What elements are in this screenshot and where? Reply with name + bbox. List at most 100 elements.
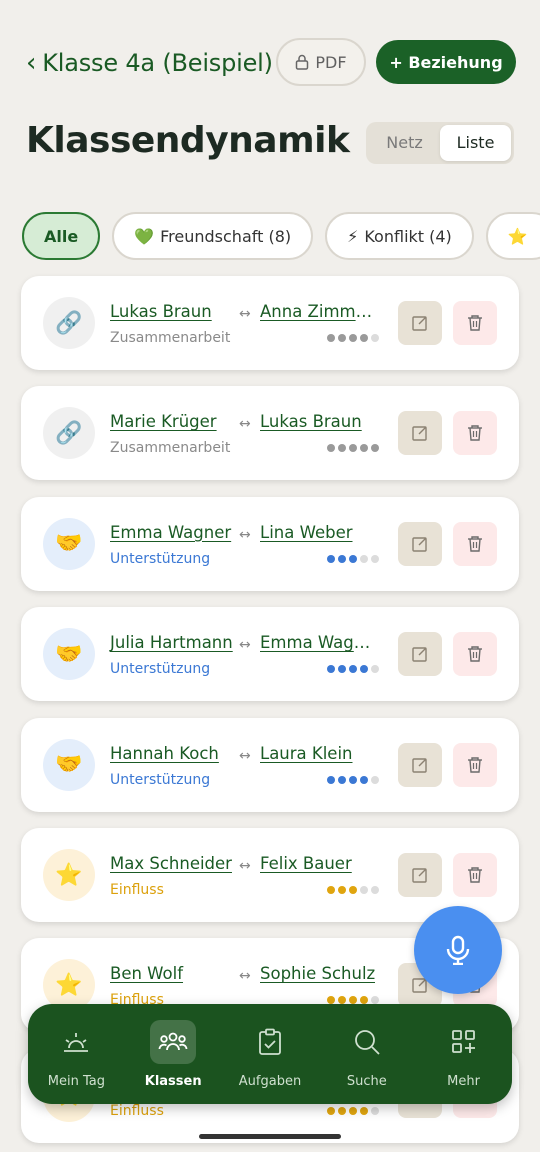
- nav-label: Klassen: [144, 1074, 202, 1089]
- strength-dot: [327, 444, 335, 453]
- strength-dot: [360, 775, 368, 784]
- edit-button[interactable]: [398, 742, 442, 787]
- person-b-link[interactable]: Felix Bauer: [260, 854, 352, 873]
- bidirectional-arrow-icon: ↔: [239, 416, 251, 433]
- chip-label: Alle: [44, 226, 79, 246]
- nav-more[interactable]: Mehr: [419, 1020, 509, 1089]
- edit-icon: [412, 757, 427, 773]
- trash-icon: [468, 756, 482, 773]
- delete-button[interactable]: [453, 632, 497, 677]
- edit-icon: [412, 537, 427, 552]
- filter-chip-conflict[interactable]: ⚡ Konflikt (4): [325, 212, 474, 260]
- edit-icon: [412, 647, 427, 662]
- nav-my-day[interactable]: Mein Tag: [31, 1020, 121, 1089]
- filter-chip-all[interactable]: Alle: [22, 212, 101, 260]
- strength-indicator: [327, 775, 379, 784]
- strength-dot: [327, 1106, 335, 1115]
- nav-classes[interactable]: Klassen: [128, 1020, 218, 1089]
- toggle-net[interactable]: Netz: [369, 125, 440, 161]
- clipboard-icon: [247, 1020, 293, 1064]
- relation-card[interactable]: 🔗 Lukas Braun ↔ Anna Zimmer… Zusammenarbeit: [21, 276, 519, 370]
- strength-dot: [371, 886, 379, 894]
- person-b-link[interactable]: Sophie Schulz: [260, 964, 375, 983]
- nav-label: Mehr: [447, 1074, 480, 1089]
- strength-indicator: [327, 444, 379, 453]
- add-relation-button[interactable]: + Beziehung: [376, 40, 516, 84]
- person-b-link[interactable]: Lina Weber: [260, 523, 353, 542]
- strength-dot: [338, 1106, 346, 1115]
- edit-button[interactable]: [398, 521, 442, 566]
- relation-card[interactable]: 🔗 Marie Krüger ↔ Lukas Braun Zusammenarbeit: [21, 386, 519, 481]
- strength-indicator: [327, 334, 379, 342]
- relation-card[interactable]: 🤝 Emma Wagner ↔ Lina Weber Unterstützung: [21, 496, 519, 591]
- relation-type: Unterstützung: [110, 771, 211, 788]
- person-a-link[interactable]: Ben Wolf: [110, 964, 183, 983]
- strength-dot: [338, 886, 346, 894]
- view-toggle: Netz Liste: [366, 122, 514, 164]
- pdf-button[interactable]: PDF: [276, 38, 366, 86]
- nav-label: Suche: [346, 1074, 387, 1089]
- relation-type: Zusammenarbeit: [110, 330, 231, 346]
- edit-button[interactable]: [398, 853, 442, 897]
- strength-dot: [338, 665, 346, 674]
- person-b-link[interactable]: Anna Zimmer…: [260, 302, 380, 321]
- delete-button[interactable]: [453, 301, 497, 345]
- delete-button[interactable]: [453, 853, 497, 897]
- handshake-icon: 🤝: [43, 628, 95, 681]
- person-a-link[interactable]: Marie Krüger: [110, 412, 217, 431]
- strength-dot: [349, 1106, 357, 1115]
- nav-label: Mein Tag: [47, 1074, 105, 1089]
- trash-icon: [468, 867, 482, 883]
- person-a-link[interactable]: Emma Wagner: [110, 523, 231, 542]
- person-b-link[interactable]: Lukas Braun: [260, 412, 362, 431]
- link-icon: 🔗: [43, 297, 95, 349]
- page-title: Klassendynamik: [26, 120, 350, 161]
- delete-button[interactable]: [453, 521, 497, 566]
- strength-dot: [349, 665, 357, 674]
- strength-dot: [327, 775, 335, 784]
- star-icon: ⭐: [43, 849, 95, 901]
- strength-indicator: [327, 554, 379, 563]
- class-name: Klasse 4a (Beispiel): [42, 49, 273, 77]
- edit-button[interactable]: [398, 411, 442, 456]
- grid-plus-icon: [441, 1020, 487, 1064]
- trash-icon: [468, 315, 482, 331]
- person-a-link[interactable]: Max Schneider: [110, 854, 232, 873]
- delete-button[interactable]: [453, 411, 497, 456]
- relation-card[interactable]: 🤝 Hannah Koch ↔ Laura Klein Unterstützung: [21, 717, 519, 812]
- nav-label: Aufgaben: [238, 1074, 302, 1089]
- link-icon: 🔗: [43, 407, 95, 460]
- relation-type: Unterstützung: [110, 550, 211, 567]
- edit-button[interactable]: [398, 632, 442, 677]
- strength-dot: [360, 665, 368, 674]
- nav-search[interactable]: Suche: [322, 1020, 412, 1089]
- strength-dot: [338, 775, 346, 784]
- person-a-link[interactable]: Hannah Koch: [110, 744, 219, 763]
- bidirectional-arrow-icon: ↔: [239, 858, 251, 874]
- strength-dot: [371, 1106, 379, 1115]
- voice-input-button[interactable]: [414, 906, 502, 994]
- strength-dot: [327, 665, 335, 674]
- person-b-link[interactable]: Emma Wagner: [260, 633, 380, 652]
- edit-button[interactable]: [398, 301, 442, 345]
- filter-chip-friendship[interactable]: 💚 Freundschaft (8): [112, 212, 314, 260]
- chip-label: Freundschaft (8): [160, 226, 292, 246]
- strength-dot: [349, 886, 357, 894]
- strength-dot: [371, 334, 379, 342]
- bottom-navigation: Mein Tag Klassen Aufgaben Suche Mehr: [28, 1004, 512, 1104]
- toggle-list[interactable]: Liste: [440, 125, 511, 161]
- relation-card[interactable]: 🤝 Julia Hartmann ↔ Emma Wagner Unterstützung: [21, 607, 519, 702]
- filter-chip-influence[interactable]: ⭐: [485, 212, 540, 260]
- lightning-icon: ⚡: [347, 226, 359, 246]
- back-button[interactable]: ‹ Klasse 4a (Beispiel): [26, 49, 273, 77]
- strength-dot: [360, 444, 368, 453]
- pdf-label: PDF: [315, 52, 347, 72]
- person-a-link[interactable]: Lukas Braun: [110, 302, 212, 321]
- person-b-link[interactable]: Laura Klein: [260, 744, 353, 763]
- nav-tasks[interactable]: Aufgaben: [225, 1020, 315, 1089]
- strength-indicator: [327, 665, 379, 674]
- strength-dot: [338, 334, 346, 342]
- strength-dot: [349, 554, 357, 563]
- delete-button[interactable]: [453, 742, 497, 787]
- person-a-link[interactable]: Julia Hartmann: [110, 633, 233, 652]
